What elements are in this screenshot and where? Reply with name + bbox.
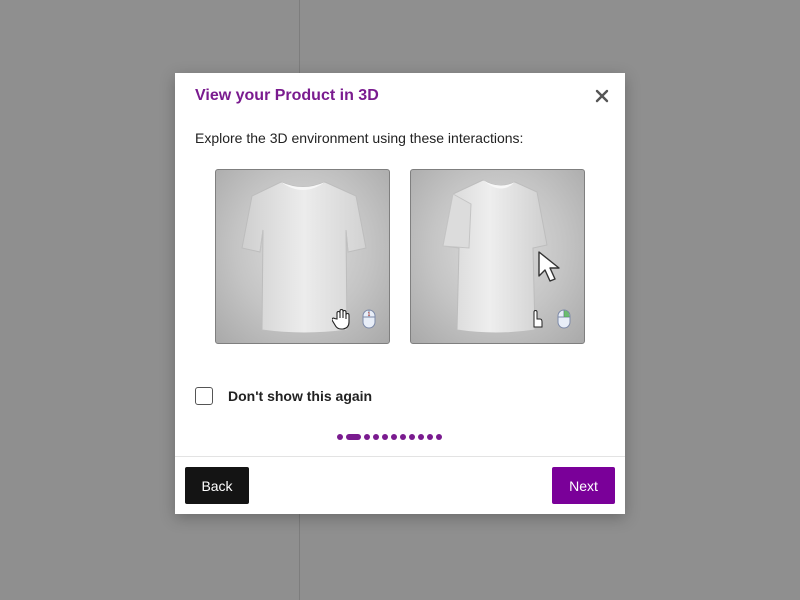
dialog-title: View your Product in 3D	[195, 87, 379, 104]
dont-show-again-row[interactable]: Don't show this again	[195, 387, 372, 405]
dialog-intro-text: Explore the 3D environment using these i…	[195, 130, 524, 146]
next-button[interactable]: Next	[552, 467, 615, 504]
pager-dot[interactable]	[427, 433, 433, 440]
dont-show-again-checkbox[interactable]	[195, 387, 213, 405]
pager-dot[interactable]	[409, 433, 415, 440]
pager-dot[interactable]	[373, 433, 379, 440]
pager-dot[interactable]	[391, 433, 397, 440]
pager-dot[interactable]	[382, 433, 388, 440]
pager-dot[interactable]	[436, 433, 442, 440]
pager-dot[interactable]	[364, 433, 370, 440]
view-3d-dialog: View your Product in 3D Explore the 3D e…	[175, 73, 625, 514]
svg-text:1: 1	[367, 312, 370, 318]
close-icon[interactable]	[593, 87, 611, 105]
pager-dot[interactable]	[337, 433, 343, 440]
step-pager	[337, 433, 467, 440]
pager-dot[interactable]	[400, 433, 406, 440]
pager-dot[interactable]	[418, 433, 424, 440]
tshirt-side-image	[410, 169, 585, 344]
back-button[interactable]: Back	[185, 467, 249, 504]
tshirt-front-image: 1	[215, 169, 390, 344]
footer-divider	[175, 456, 625, 457]
pager-dot-active[interactable]	[346, 433, 361, 440]
dont-show-again-label: Don't show this again	[228, 388, 373, 404]
